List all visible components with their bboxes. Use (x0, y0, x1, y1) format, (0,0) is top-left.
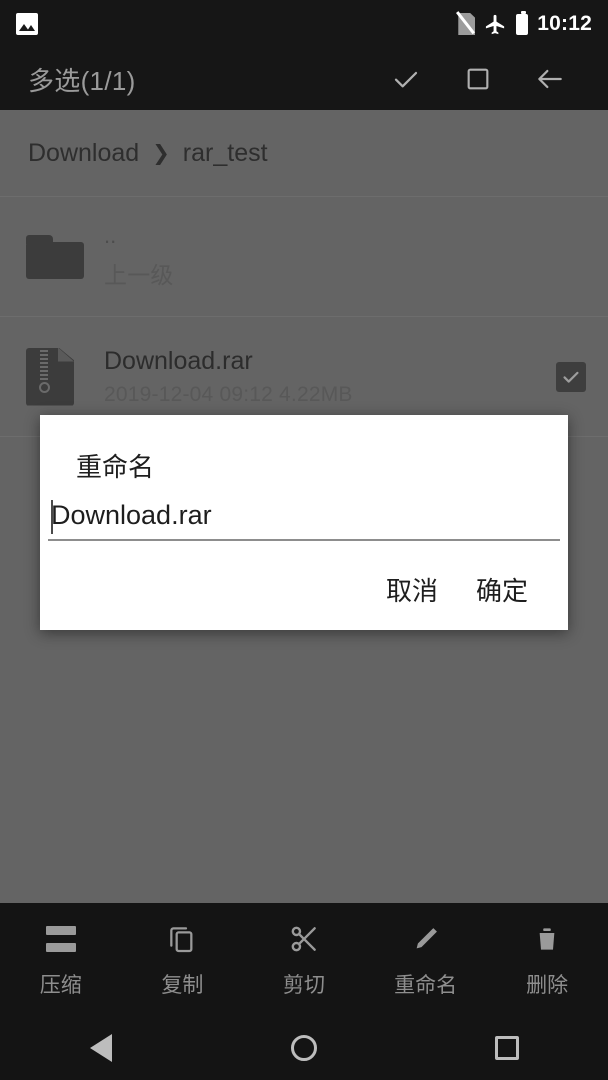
file-meta: Download.rar 2019-12-04 09:12 4.22MB (104, 347, 353, 407)
tool-label: 删除 (526, 974, 569, 997)
rename-button[interactable]: 重命名 (365, 923, 487, 999)
airplane-mode-icon (486, 14, 505, 34)
copy-icon (170, 927, 193, 953)
list-item[interactable]: .. 上一级 (0, 197, 608, 317)
cut-button[interactable]: 剪切 (243, 923, 365, 999)
square-icon (467, 68, 489, 90)
action-bar-actions (370, 48, 586, 110)
arrow-left-icon (538, 69, 562, 89)
file-subtitle: 上一级 (104, 262, 174, 288)
phone-screen: 10:12 多选(1/1) Download ❯ rar_test .. 上一级… (0, 0, 608, 1080)
confirm-selection-button[interactable] (370, 48, 442, 110)
compress-icon (45, 926, 76, 952)
check-icon (563, 371, 579, 383)
tool-icon (410, 923, 442, 955)
dialog-input-wrap (40, 484, 568, 541)
check-icon (394, 71, 418, 88)
delete-button[interactable]: 删除 (486, 923, 608, 999)
file-icon-wrap (26, 234, 104, 279)
scissors-icon (291, 926, 316, 952)
rename-dialog: 重命名 取消 确定 (40, 415, 568, 630)
trash-icon (539, 928, 555, 950)
pencil-icon (416, 928, 437, 949)
breadcrumb-current[interactable]: rar_test (183, 139, 268, 168)
clock: 10:12 (537, 12, 592, 35)
dialog-buttons: 取消 确定 (386, 571, 528, 608)
rename-input[interactable] (48, 500, 560, 541)
no-sim-icon (456, 11, 476, 35)
folder-icon (26, 234, 84, 279)
confirm-button[interactable]: 确定 (476, 571, 528, 608)
triangle-back-icon (90, 1033, 113, 1062)
file-meta: .. 上一级 (104, 223, 174, 290)
nav-back-button[interactable] (0, 1033, 203, 1062)
square-recents-icon (494, 1035, 519, 1060)
breadcrumb[interactable]: Download ❯ rar_test (0, 110, 608, 197)
compress-button[interactable]: 压缩 (0, 923, 122, 999)
battery-icon (516, 10, 529, 35)
tool-icon (531, 923, 563, 955)
tool-label: 压缩 (39, 974, 82, 997)
tool-icon (288, 923, 320, 955)
circle-home-icon (291, 1034, 317, 1061)
back-button[interactable] (514, 48, 586, 110)
file-name: .. (104, 223, 117, 248)
cancel-button[interactable]: 取消 (386, 571, 438, 608)
tool-label: 剪切 (282, 974, 325, 997)
nav-recents-button[interactable] (405, 1035, 608, 1060)
row-checkbox[interactable] (556, 361, 586, 392)
archive-icon (26, 347, 74, 406)
select-all-button[interactable] (442, 48, 514, 110)
text-caret (51, 500, 53, 534)
tool-icon (45, 923, 76, 955)
breadcrumb-root[interactable]: Download (28, 139, 139, 168)
file-icon-wrap (26, 347, 104, 406)
file-subtitle: 2019-12-04 09:12 4.22MB (104, 382, 353, 406)
action-bar: 多选(1/1) (0, 48, 608, 110)
copy-button[interactable]: 复制 (122, 923, 244, 999)
status-bar: 10:12 (0, 0, 608, 48)
photo-icon (16, 13, 38, 35)
status-bar-system-icons: 10:12 (456, 10, 592, 36)
navigation-bar (0, 1015, 608, 1080)
tool-label: 重命名 (394, 974, 458, 997)
chevron-right-icon: ❯ (152, 141, 170, 165)
file-name: Download.rar (104, 346, 253, 375)
tool-label: 复制 (161, 974, 204, 997)
nav-home-button[interactable] (203, 1034, 406, 1061)
page-title: 多选(1/1) (28, 65, 136, 96)
dialog-title: 重命名 (76, 452, 155, 482)
bottom-toolbar: 压缩 复制 剪切 重命名 删除 (0, 903, 608, 1015)
status-bar-notifications (16, 13, 38, 35)
tool-icon (166, 923, 198, 955)
checkbox-checked[interactable] (556, 361, 586, 392)
